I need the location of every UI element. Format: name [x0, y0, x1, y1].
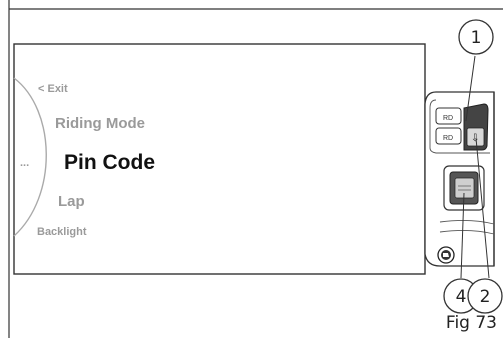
menu-item-riding-mode[interactable]: Riding Mode [55, 115, 145, 132]
menu-item-lap[interactable]: Lap [58, 193, 85, 210]
rd-button-bottom-label: RD [443, 135, 453, 142]
figure-caption: Fig 73 [445, 313, 497, 333]
menu-item-backlight[interactable]: Backlight [37, 226, 87, 238]
menu-ellipsis: ... [20, 157, 29, 169]
figure-diagram: < Exit Riding Mode ... Pin Code Lap Back… [8, 0, 503, 338]
callout-2-label: 2 [480, 287, 491, 307]
joystick-face [454, 177, 475, 199]
handlebar-switch: RD RD ⇩ [424, 91, 495, 267]
callout-4-label: 4 [456, 287, 467, 307]
menu-item-exit[interactable]: < Exit [38, 83, 68, 95]
horn-icon [443, 253, 449, 257]
callout-1-label: 1 [471, 28, 482, 48]
rd-button-top-label: RD [443, 115, 453, 122]
arrow-icon: ⇩ [471, 133, 479, 144]
menu-item-pin-code[interactable]: Pin Code [64, 151, 155, 174]
